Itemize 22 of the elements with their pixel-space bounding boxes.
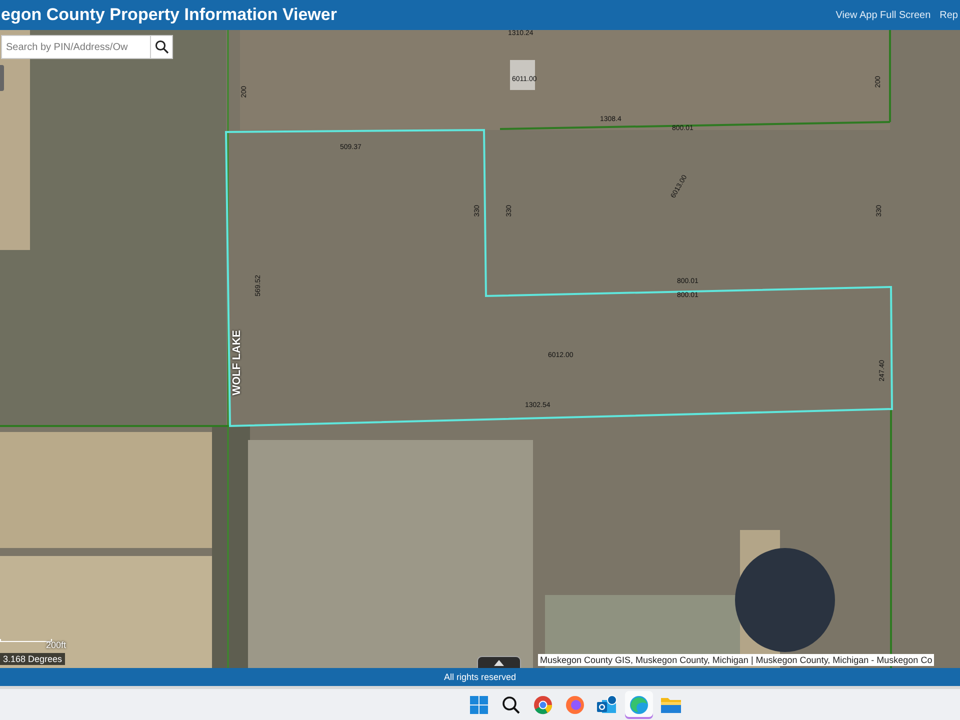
caret-icon <box>494 660 504 666</box>
scale-bar <box>0 639 52 642</box>
mail-app-icon <box>596 694 618 714</box>
app-title: egon County Property Information Viewer <box>1 5 337 25</box>
search-icon <box>502 696 520 714</box>
road-label: WOLF LAKE <box>232 330 243 396</box>
map-attribution: Muskegon County GIS, Muskegon County, Michigan | Muskegon County, Michigan - Muskegon Co <box>538 654 934 666</box>
search-button[interactable] <box>150 35 173 59</box>
header-link[interactable]: View App Full Screen <box>836 10 931 20</box>
browser-icon <box>533 694 553 714</box>
panel-handle[interactable] <box>0 65 4 91</box>
search-field[interactable]: Search by PIN/Address/Ow <box>1 35 150 59</box>
header-link[interactable]: Rep <box>940 10 958 20</box>
scale-label: 200ft <box>46 640 66 650</box>
windows-logo-icon <box>469 694 489 714</box>
folder-icon <box>660 696 682 714</box>
coordinates-readout: 3.168 Degrees <box>0 653 66 665</box>
browser-icon <box>629 694 649 714</box>
browser-icon <box>565 694 585 714</box>
footer-text: All rights reserved <box>444 672 516 682</box>
search-icon <box>154 40 168 54</box>
expand-button[interactable] <box>477 656 521 668</box>
